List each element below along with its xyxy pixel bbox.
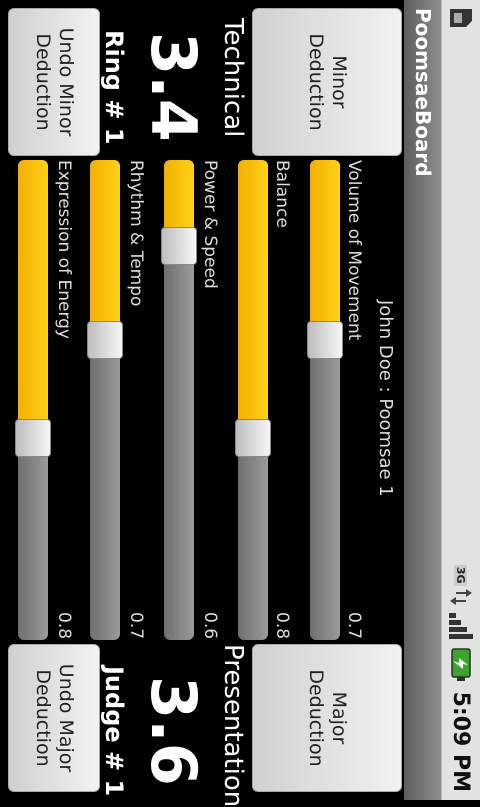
slider-volume-of-movement[interactable]	[307, 160, 343, 640]
slider-fill	[310, 160, 340, 340]
slider-thumb[interactable]	[15, 419, 51, 458]
undo-major-deduction-button[interactable]: Undo Major Deduction	[8, 644, 100, 792]
major-deduction-button[interactable]: Major Deduction	[252, 644, 402, 792]
data-activity-icon	[450, 588, 472, 605]
slider-thumb[interactable]	[87, 321, 123, 359]
status-bar: 3G 5:09 PM	[441, 0, 480, 800]
slider-track	[18, 160, 48, 640]
slider-track	[310, 160, 340, 640]
slider-power-and-speed[interactable]	[161, 160, 197, 640]
undo-minor-deduction-button[interactable]: Undo Minor Deduction	[8, 8, 100, 156]
slider-rhythm-and-tempo[interactable]	[87, 160, 123, 640]
slider-thumb[interactable]	[235, 419, 271, 458]
presentation-label: Presentation	[218, 644, 248, 807]
athlete-poomsae-label: John Doe : Poomsae 1	[375, 300, 396, 497]
status-icons: 3G 5:09 PM	[442, 564, 480, 792]
criterion-label: Rhythm & Tempo	[126, 160, 146, 307]
ring-label: Ring # 1	[100, 30, 128, 145]
status-time: 5:09 PM	[448, 691, 474, 792]
technical-label: Technical	[218, 18, 248, 138]
criterion-value: 0.6	[200, 612, 220, 640]
criterion-value: 0.7	[126, 612, 146, 640]
battery-charging-icon	[451, 647, 471, 681]
criterion-label: Balance	[272, 160, 292, 228]
slider-thumb[interactable]	[161, 227, 197, 266]
criterion-label: Expression of Energy	[54, 160, 74, 339]
slider-thumb[interactable]	[307, 321, 343, 359]
technical-score: 3.4	[137, 32, 210, 142]
slider-fill	[90, 160, 120, 340]
criterion-label: Volume of Movement	[344, 160, 364, 341]
criterion-value: 0.8	[272, 612, 292, 640]
slider-track	[238, 160, 268, 640]
network-type: 3G	[454, 564, 468, 586]
slider-fill	[18, 160, 48, 439]
signal-icon	[449, 612, 473, 639]
slider-track	[90, 160, 120, 640]
slider-fill	[238, 160, 268, 439]
sim-icon	[450, 9, 472, 27]
slider-balance[interactable]	[235, 160, 271, 640]
slider-expression-of-energy[interactable]	[15, 160, 51, 640]
title-bar: PoomsaeBoard	[404, 0, 441, 800]
judge-label: Judge # 1	[100, 666, 128, 797]
criterion-label: Power & Speed	[200, 160, 220, 289]
criterion-value: 0.7	[344, 612, 364, 640]
network-indicator: 3G	[448, 564, 474, 606]
app-title: PoomsaeBoard	[411, 8, 435, 177]
app-screen: 3G 5:09 PM PoomsaeBoard Minor Deduction …	[0, 0, 480, 807]
presentation-score: 3.6	[137, 676, 210, 786]
minor-deduction-button[interactable]: Minor Deduction	[252, 8, 402, 156]
criterion-value: 0.8	[54, 612, 74, 640]
